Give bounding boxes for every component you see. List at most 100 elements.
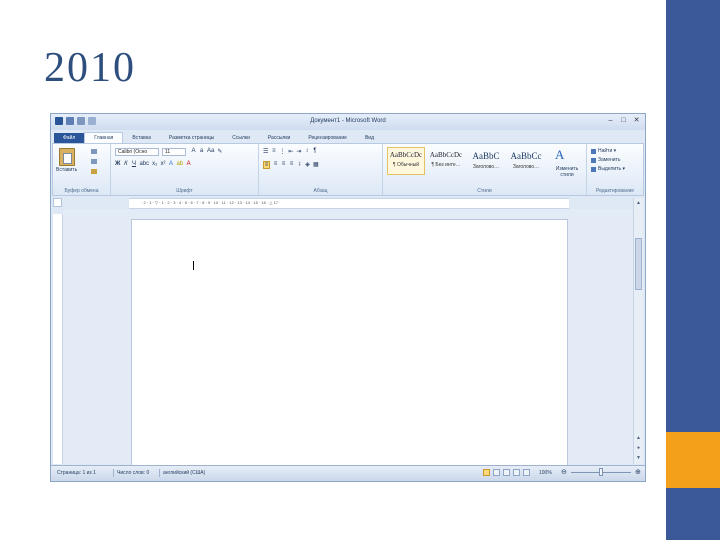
ribbon: Вставить Буфер обмена Calibri (Осно 11 A… (52, 143, 644, 196)
tab-mailings[interactable]: Рассылки (259, 133, 299, 143)
replace-button[interactable]: Заменить (591, 157, 620, 163)
styles-group: AaBbCcDc ¶ Обычный AaBbCcDc ¶ Без инте… … (383, 144, 587, 195)
change-styles-icon: A (555, 147, 565, 162)
copy-icon[interactable] (91, 159, 97, 164)
font-size-tools: A a Aa ✎ (191, 148, 222, 155)
text-cursor (193, 261, 194, 270)
paste-icon[interactable] (59, 148, 75, 166)
shading-icon[interactable]: ◈ (305, 161, 310, 169)
bold-icon[interactable]: Ж (115, 161, 120, 167)
tab-selector-button[interactable] (53, 198, 62, 207)
grow-font-icon[interactable]: A (191, 148, 196, 155)
style-name: ¶ Обычный (392, 162, 420, 168)
bullets-icon[interactable]: ☰ (263, 148, 268, 155)
language-indicator[interactable]: английский (США) (163, 470, 205, 476)
style-sample: AaBbCc (510, 151, 542, 161)
browse-object-icon[interactable]: ● (635, 445, 642, 452)
paragraph-group: ☰ ≡ ⋮ ⇤ ⇥ ↕ ¶ ≡ ≡ ≡ ≡ ↨ ◈ ▦ Абзац (259, 144, 383, 195)
highlight-icon[interactable]: ab (176, 161, 183, 167)
title-bar: Документ1 - Microsoft Word – □ ✕ (51, 114, 645, 130)
change-case-icon[interactable]: Aa (207, 148, 214, 155)
draft-view-icon[interactable] (523, 469, 530, 476)
tab-review[interactable]: Рецензирование (299, 133, 356, 143)
outline-view-icon[interactable] (513, 469, 520, 476)
status-divider (113, 469, 114, 477)
side-accent (666, 432, 720, 488)
tab-file[interactable]: Файл (54, 133, 85, 143)
style-heading-1[interactable]: AaBbC Заголово… (467, 147, 505, 175)
style-sample: AaBbCcDc (389, 151, 423, 159)
paste-button-label[interactable]: Вставить (56, 167, 77, 173)
full-screen-view-icon[interactable] (493, 469, 500, 476)
slide-title: 2010 (44, 45, 136, 91)
numbering-icon[interactable]: ≡ (271, 148, 276, 155)
maximize-button[interactable]: □ (619, 117, 628, 125)
scroll-up-icon[interactable]: ▲ (635, 200, 642, 207)
find-button[interactable]: Найти ▾ (591, 148, 616, 154)
zoom-slider-thumb[interactable] (599, 468, 603, 476)
tab-page-layout[interactable]: Разметка страницы (160, 133, 223, 143)
zoom-in-icon[interactable]: ⊕ (635, 468, 641, 476)
sort-icon[interactable]: ↕ (304, 148, 309, 155)
borders-icon[interactable]: ▦ (313, 161, 319, 169)
font-group-label: Шрифт (176, 188, 193, 194)
editing-group-label: Редактирование (595, 188, 635, 194)
style-heading-2[interactable]: AaBbCc Заголово… (507, 147, 545, 175)
font-color-icon[interactable]: A (186, 161, 191, 167)
font-style-tools: Ж К Ч abc x₂ x² A ab A (115, 161, 191, 167)
font-size-field[interactable]: 11 (162, 148, 186, 156)
web-layout-view-icon[interactable] (503, 469, 510, 476)
find-icon (591, 148, 596, 154)
change-styles-label: Изменить стили (555, 166, 579, 178)
clear-format-icon[interactable]: ✎ (217, 148, 222, 155)
style-no-spacing[interactable]: AaBbCcDc ¶ Без инте… (427, 147, 465, 175)
superscript-icon[interactable]: x² (160, 161, 165, 167)
print-layout-view-icon[interactable] (483, 469, 490, 476)
style-normal[interactable]: AaBbCcDc ¶ Обычный (387, 147, 425, 175)
change-styles-button[interactable]: A Изменить стили (549, 144, 585, 184)
shrink-font-icon[interactable]: a (199, 148, 204, 155)
text-effects-icon[interactable]: A (168, 161, 173, 167)
scroll-thumb[interactable] (635, 238, 642, 290)
select-button[interactable]: Выделить ▾ (591, 166, 625, 172)
align-right-icon[interactable]: ≡ (281, 161, 286, 169)
page-count[interactable]: Страница: 1 из 1 (57, 470, 96, 476)
replace-label: Заменить (598, 157, 621, 163)
paragraph-group-label: Абзац (313, 188, 328, 194)
vertical-ruler[interactable] (53, 214, 63, 464)
increase-indent-icon[interactable]: ⇥ (296, 148, 301, 155)
tab-view[interactable]: Вид (356, 133, 383, 143)
tab-insert[interactable]: Вставка (123, 133, 160, 143)
format-painter-icon[interactable] (91, 169, 97, 174)
zoom-level[interactable]: 100% (539, 470, 552, 476)
prev-page-icon[interactable]: ▲ (635, 435, 642, 442)
minimize-button[interactable]: – (606, 117, 615, 125)
vertical-scrollbar[interactable]: ▲ ▲ ● ▼ (633, 198, 643, 464)
close-button[interactable]: ✕ (632, 117, 641, 125)
cut-icon[interactable] (91, 149, 97, 154)
replace-icon (591, 157, 596, 163)
font-name-field[interactable]: Calibri (Осно (115, 148, 159, 156)
strikethrough-icon[interactable]: abc (139, 161, 149, 167)
horizontal-ruler[interactable]: · 2 · 1 · ▽ · 1 · 2 · 3 · 4 · 5 · 6 · 7 … (129, 198, 569, 209)
clipboard-group: Вставить Буфер обмена (53, 144, 111, 195)
subscript-icon[interactable]: x₂ (152, 161, 157, 167)
tab-home[interactable]: Главная (84, 132, 124, 143)
align-left-icon[interactable]: ≡ (263, 161, 270, 169)
zoom-out-icon[interactable]: ⊖ (561, 468, 567, 476)
multilevel-list-icon[interactable]: ⋮ (279, 148, 285, 155)
show-marks-icon[interactable]: ¶ (312, 148, 317, 155)
word-count[interactable]: Число слов: 0 (117, 470, 149, 476)
align-center-icon[interactable]: ≡ (273, 161, 278, 169)
window-title: Документ1 - Microsoft Word (310, 118, 386, 124)
tab-references[interactable]: Ссылки (223, 133, 259, 143)
justify-icon[interactable]: ≡ (289, 161, 294, 169)
line-spacing-icon[interactable]: ↨ (297, 161, 302, 169)
word-window: Документ1 - Microsoft Word – □ ✕ Файл Гл… (50, 113, 646, 482)
underline-icon[interactable]: Ч (131, 161, 136, 167)
document-page[interactable] (131, 219, 568, 469)
italic-icon[interactable]: К (123, 161, 128, 167)
decrease-indent-icon[interactable]: ⇤ (288, 148, 293, 155)
styles-group-label: Стили (477, 188, 492, 194)
next-page-icon[interactable]: ▼ (635, 455, 642, 462)
